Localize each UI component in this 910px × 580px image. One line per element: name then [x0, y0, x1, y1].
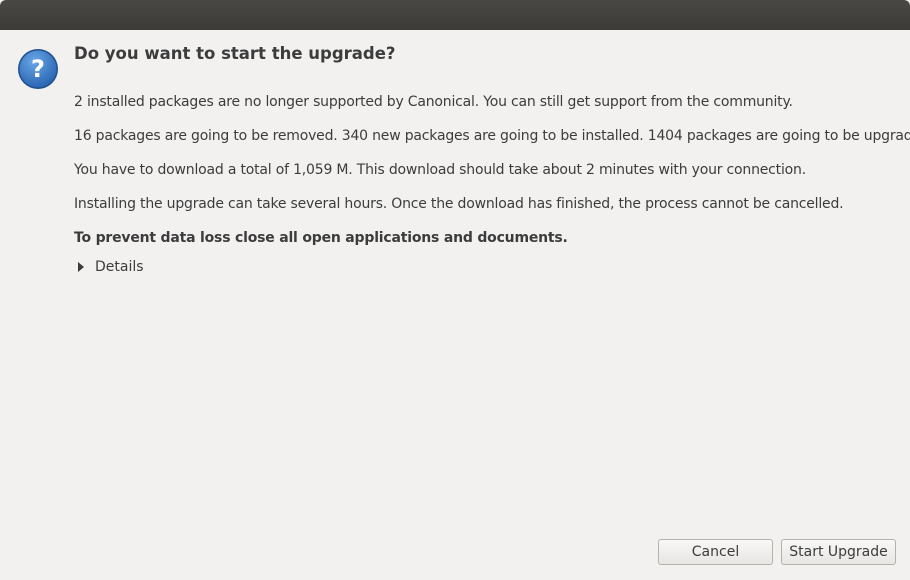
start-upgrade-button[interactable]: Start Upgrade [781, 539, 896, 565]
download-size-text: You have to download a total of 1,059 M.… [74, 162, 806, 178]
package-changes-text: 16 packages are going to be removed. 340… [74, 128, 910, 144]
unsupported-packages-text: 2 installed packages are no longer suppo… [74, 94, 793, 110]
question-icon: ? [17, 48, 59, 90]
details-expander[interactable]: Details [78, 259, 144, 275]
data-loss-warning: To prevent data loss close all open appl… [74, 230, 568, 246]
upgrade-dialog: ? Do you want to start the upgrade? 2 in… [0, 0, 910, 580]
window-titlebar[interactable] [0, 0, 910, 30]
svg-text:?: ? [31, 55, 45, 83]
cancel-button[interactable]: Cancel [658, 539, 773, 565]
expander-arrow-icon[interactable] [78, 262, 84, 272]
details-label[interactable]: Details [95, 259, 144, 275]
dialog-heading: Do you want to start the upgrade? [74, 44, 396, 63]
install-duration-text: Installing the upgrade can take several … [74, 196, 844, 212]
